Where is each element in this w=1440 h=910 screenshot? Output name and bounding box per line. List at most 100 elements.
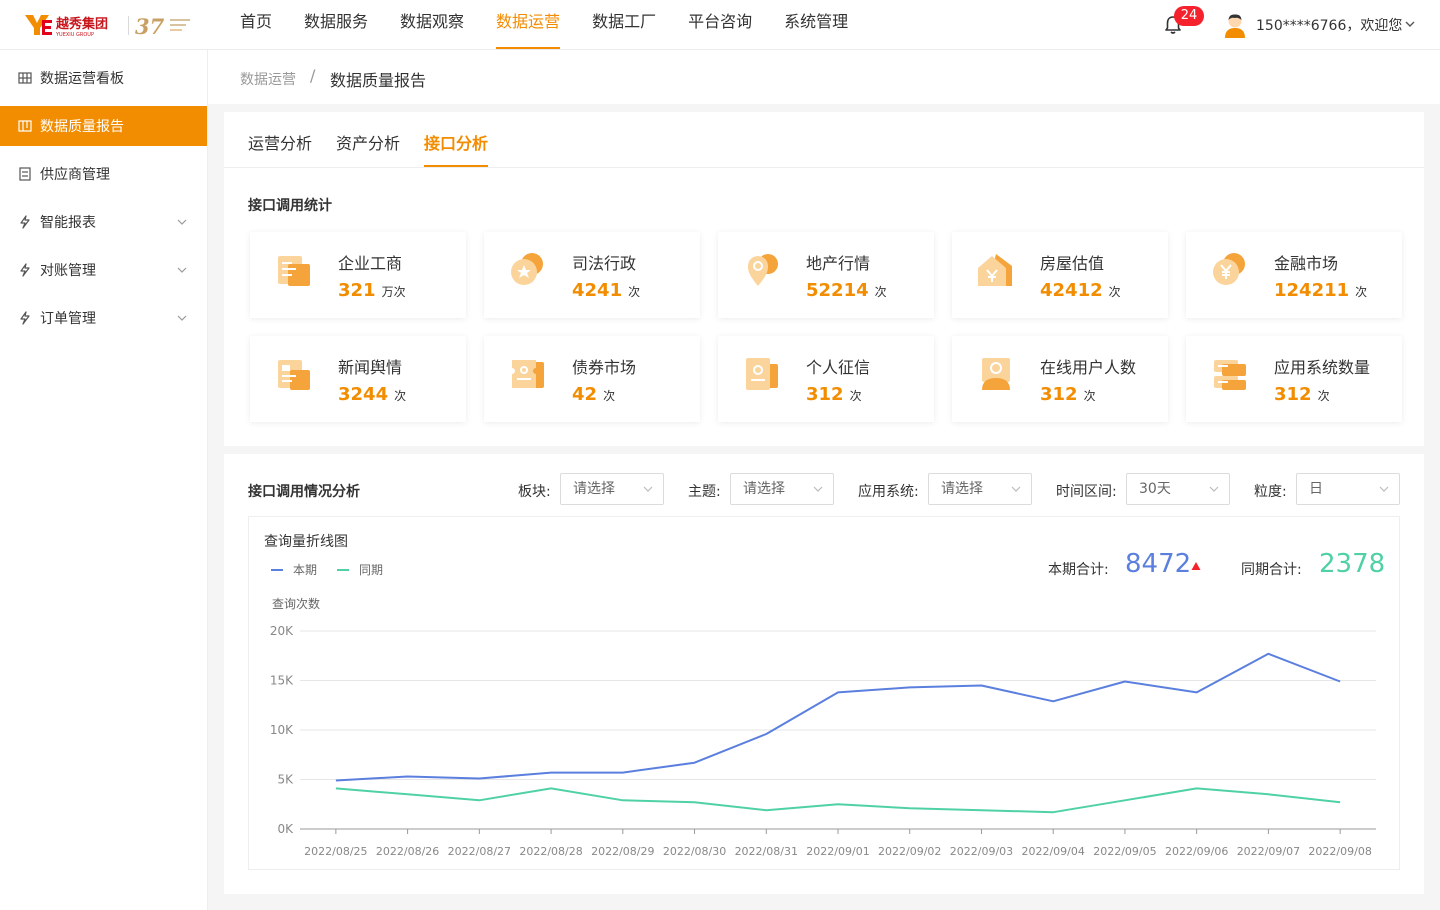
- nav-home[interactable]: 首页: [224, 0, 288, 50]
- x-tick-label: 2022/09/02: [878, 845, 941, 858]
- stat-unit: 次: [849, 389, 862, 403]
- tab-operations[interactable]: 运营分析: [248, 130, 312, 154]
- doc-icon: [278, 256, 310, 286]
- sidebar: 数据运营看板 数据质量报告 供应商管理 智能报表 对账管理 订单管理: [0, 50, 208, 910]
- stat-unit: 次: [1317, 389, 1330, 403]
- stat-card[interactable]: 司法行政 4241 次: [484, 232, 700, 318]
- nav-data-ops[interactable]: 数据运营: [480, 0, 576, 50]
- sidebar-item-orders[interactable]: 订单管理: [0, 298, 207, 338]
- stat-name: 地产行情: [806, 254, 871, 273]
- legend-item-current[interactable]: 本期: [271, 561, 317, 578]
- series-line-previous: [335, 787, 1341, 814]
- y-tick-label: 5K: [277, 773, 294, 787]
- data-point: [1051, 810, 1055, 814]
- page-title: 数据质量报告: [330, 71, 427, 90]
- stat-name: 应用系统数量: [1274, 358, 1371, 377]
- topic-select[interactable]: 请选择: [730, 473, 834, 505]
- legend-label: 本期: [293, 563, 318, 577]
- yuexiu-logo[interactable]: 越秀集团 YUEXIU GROUP 37: [24, 12, 194, 38]
- filter-label: 时间区间:: [1056, 484, 1117, 500]
- filter-label: 应用系统:: [858, 484, 919, 500]
- data-point: [621, 798, 625, 802]
- stat-unit: 次: [394, 389, 407, 403]
- data-point: [477, 777, 481, 781]
- x-tick-label: 2022/08/31: [735, 845, 798, 858]
- chevron-down-icon[interactable]: [1404, 18, 1416, 30]
- stat-card[interactable]: 个人征信 312 次: [718, 336, 934, 422]
- sidebar-item-reconciliation[interactable]: 对账管理: [0, 250, 207, 290]
- chevron-down-icon: [1209, 486, 1219, 492]
- time-range-select[interactable]: 30天: [1126, 473, 1230, 505]
- stat-value-wrapper: 4241 次: [572, 280, 640, 301]
- section-title: 接口调用情况分析: [248, 484, 360, 500]
- stat-unit: 次: [1083, 389, 1096, 403]
- sidebar-item-smart-report[interactable]: 智能报表: [0, 202, 207, 242]
- avatar[interactable]: [1222, 12, 1248, 38]
- granularity-select[interactable]: 日: [1296, 473, 1400, 505]
- lightning-icon: [20, 311, 30, 325]
- stat-value-wrapper: 3244 次: [338, 384, 406, 405]
- nav-system-admin[interactable]: 系统管理: [768, 0, 864, 50]
- data-point: [621, 771, 625, 775]
- stat-value: 124211: [1274, 280, 1350, 301]
- data-point: [764, 808, 768, 812]
- data-point: [1266, 652, 1270, 656]
- select-value: 30天: [1139, 481, 1171, 497]
- tab-interface[interactable]: 接口分析: [424, 130, 488, 154]
- data-point: [1338, 800, 1342, 804]
- legend-label: 同期: [359, 563, 384, 577]
- nav-platform-consult[interactable]: 平台咨询: [672, 0, 768, 50]
- legend-item-previous[interactable]: 同期: [337, 561, 383, 578]
- data-point: [1123, 679, 1127, 683]
- breadcrumb-parent[interactable]: 数据运营: [240, 69, 296, 89]
- data-point: [334, 778, 338, 782]
- stat-card[interactable]: 房屋估值 42412 次: [952, 232, 1168, 318]
- x-tick-label: 2022/09/05: [1093, 845, 1156, 858]
- data-point: [908, 685, 912, 689]
- data-point: [979, 683, 983, 687]
- user-icon: [982, 358, 1010, 390]
- main-nav: 首页 数据服务 数据观察 数据运营 数据工厂 平台咨询 系统管理: [224, 0, 864, 50]
- sidebar-item-label: 供应商管理: [40, 167, 110, 183]
- sidebar-item-label: 订单管理: [40, 311, 96, 327]
- filter-label: 粒度:: [1254, 484, 1287, 500]
- data-point: [477, 798, 481, 802]
- stat-name: 司法行政: [572, 254, 637, 273]
- tab-assets[interactable]: 资产分析: [336, 130, 400, 154]
- x-tick-label: 2022/08/26: [376, 845, 439, 858]
- stat-card[interactable]: 应用系统数量 312 次: [1186, 336, 1402, 422]
- chevron-down-icon: [177, 219, 187, 225]
- select-value: 请选择: [573, 481, 615, 497]
- app-system-select[interactable]: 请选择: [928, 473, 1032, 505]
- stat-value-wrapper: 42412 次: [1040, 280, 1121, 301]
- y-tick-label: 10K: [270, 723, 294, 737]
- stat-card[interactable]: 企业工商 321 万次: [250, 232, 466, 318]
- x-tick-label: 2022/09/08: [1308, 845, 1371, 858]
- stat-card[interactable]: 在线用户人数 312 次: [952, 336, 1168, 422]
- nav-data-observe[interactable]: 数据观察: [384, 0, 480, 50]
- stat-value: 42: [572, 384, 598, 405]
- stat-card[interactable]: 金融市场 124211 次: [1186, 232, 1402, 318]
- stat-card[interactable]: 债券市场 42 次: [484, 336, 700, 422]
- x-tick-label: 2022/09/06: [1165, 845, 1228, 858]
- user-greeting[interactable]: 150****6766，欢迎您: [1256, 15, 1402, 35]
- stat-card[interactable]: 新闻舆情 3244 次: [250, 336, 466, 422]
- legend-swatch: [337, 568, 350, 571]
- sidebar-item-dashboard[interactable]: 数据运营看板: [0, 58, 207, 98]
- sidebar-item-quality-report[interactable]: 数据质量报告: [0, 106, 207, 146]
- stat-name: 个人征信: [806, 358, 871, 377]
- current-total-value: 8472: [1125, 549, 1192, 579]
- stat-unit: 次: [603, 389, 616, 403]
- x-tick-label: 2022/09/01: [806, 845, 869, 858]
- stat-unit: 次: [1108, 285, 1121, 299]
- nav-data-factory[interactable]: 数据工厂: [576, 0, 672, 50]
- chevron-down-icon: [643, 486, 653, 492]
- stat-card[interactable]: 地产行情 52214 次: [718, 232, 934, 318]
- data-point: [1051, 699, 1055, 703]
- analysis-panel: 接口调用情况分析 板块: 请选择 主题: 请选择 应用系统: 请选择 时间区间:…: [224, 454, 1424, 894]
- sector-select[interactable]: 请选择: [560, 473, 664, 505]
- stat-name: 新闻舆情: [338, 358, 403, 377]
- sidebar-item-supplier[interactable]: 供应商管理: [0, 154, 207, 194]
- line-chart-box: 查询量折线图 本期 同期 本期合计: 8472 同期合计: 2378 查询次数 …: [248, 516, 1400, 870]
- nav-data-service[interactable]: 数据服务: [288, 0, 384, 50]
